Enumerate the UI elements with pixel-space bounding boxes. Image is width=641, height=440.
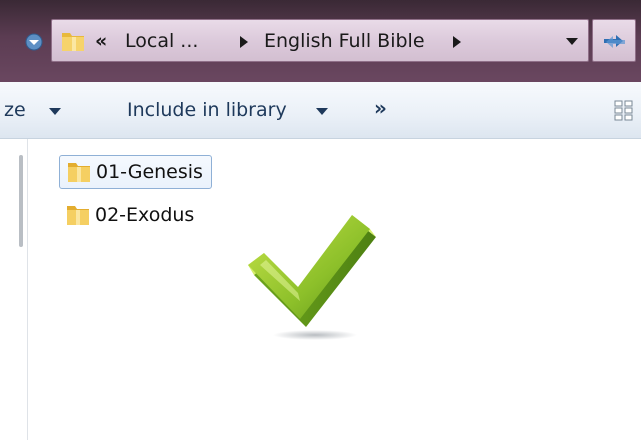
organize-button[interactable]: ze bbox=[4, 98, 26, 122]
list-item[interactable]: 02-Exodus bbox=[59, 198, 202, 232]
include-in-library-button[interactable]: Include in library bbox=[127, 98, 287, 122]
recent-pages-dropdown-icon[interactable] bbox=[25, 33, 43, 51]
breadcrumb-separator-arrow-icon[interactable] bbox=[453, 36, 461, 48]
address-dropdown-icon[interactable] bbox=[566, 38, 578, 45]
title-bar: « Local ... English Full Bible bbox=[0, 0, 641, 82]
refresh-icon bbox=[604, 35, 625, 48]
navigation-pane-scrollbar[interactable] bbox=[19, 155, 23, 247]
list-item[interactable]: 01-Genesis bbox=[59, 155, 212, 189]
checkmark-icon bbox=[248, 215, 376, 340]
command-toolbar: ze Include in library » bbox=[0, 82, 641, 139]
breadcrumb-english-full-bible[interactable]: English Full Bible bbox=[264, 29, 425, 53]
file-name: 01-Genesis bbox=[96, 161, 203, 183]
navigation-pane bbox=[0, 139, 28, 440]
refresh-button[interactable] bbox=[592, 19, 636, 62]
breadcrumb-local[interactable]: Local ... bbox=[125, 29, 198, 53]
folder-icon bbox=[68, 163, 90, 182]
folder-icon bbox=[62, 33, 84, 51]
breadcrumb-separator-arrow-icon[interactable] bbox=[240, 36, 248, 48]
include-in-library-caret-icon[interactable] bbox=[316, 108, 328, 115]
more-commands-button[interactable]: » bbox=[374, 96, 387, 120]
folder-icon bbox=[67, 206, 89, 225]
address-bar[interactable]: « Local ... English Full Bible bbox=[51, 19, 589, 62]
file-name: 02-Exodus bbox=[95, 204, 195, 226]
view-options-icon[interactable] bbox=[614, 99, 634, 121]
organize-caret-icon[interactable] bbox=[49, 108, 61, 115]
explorer-window: « Local ... English Full Bible ze Includ… bbox=[0, 0, 641, 440]
address-overflow-chevron[interactable]: « bbox=[95, 29, 107, 53]
